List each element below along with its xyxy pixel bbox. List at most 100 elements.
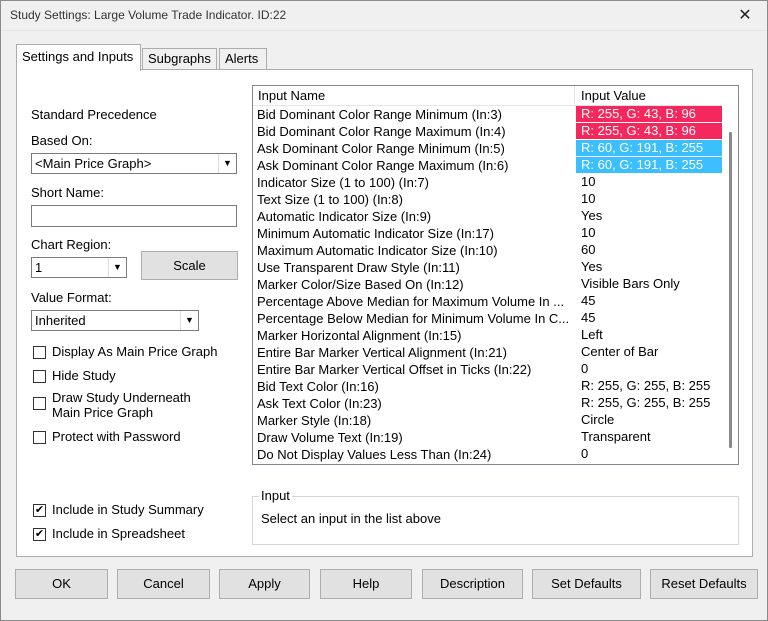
apply-button[interactable]: Apply bbox=[219, 569, 310, 599]
table-row[interactable]: Do Not Display Values Less Than (In:24) 0 bbox=[253, 446, 723, 463]
input-value-cell[interactable]: Center of Bar bbox=[576, 344, 722, 360]
table-row[interactable]: Ask Dominant Color Range Maximum (In:6) R… bbox=[253, 157, 723, 174]
protect-password-checkbox[interactable]: Protect with Password bbox=[33, 429, 181, 444]
table-row[interactable]: Bid Dominant Color Range Maximum (In:4) R… bbox=[253, 123, 723, 140]
tab-subgraphs[interactable]: Subgraphs bbox=[142, 48, 217, 70]
checkbox-box[interactable] bbox=[33, 397, 46, 410]
input-name-cell[interactable]: Bid Text Color (In:16) bbox=[257, 378, 573, 395]
checkmark-icon[interactable]: ✔ bbox=[33, 504, 46, 517]
help-button[interactable]: Help bbox=[320, 569, 412, 599]
chevron-down-icon[interactable]: ▼ bbox=[180, 311, 198, 330]
checkbox-box[interactable] bbox=[33, 346, 46, 359]
include-spreadsheet-checkbox[interactable]: ✔ Include in Spreadsheet bbox=[33, 526, 185, 541]
input-name-cell[interactable]: Entire Bar Marker Vertical Offset in Tic… bbox=[257, 361, 573, 378]
set-defaults-button[interactable]: Set Defaults bbox=[532, 569, 641, 599]
description-button[interactable]: Description bbox=[422, 569, 523, 599]
input-name-cell[interactable]: Percentage Above Median for Maximum Volu… bbox=[257, 293, 573, 310]
reset-defaults-button[interactable]: Reset Defaults bbox=[650, 569, 758, 599]
table-row[interactable]: Percentage Below Median for Minimum Volu… bbox=[253, 310, 723, 327]
table-row[interactable]: Marker Style (In:18) Circle bbox=[253, 412, 723, 429]
based-on-select[interactable]: <Main Price Graph> ▼ bbox=[31, 153, 237, 174]
input-value-cell[interactable]: 45 bbox=[576, 310, 722, 326]
input-name-cell[interactable]: Bid Dominant Color Range Maximum (In:4) bbox=[257, 123, 573, 140]
input-value-cell[interactable]: Transparent bbox=[576, 429, 722, 445]
table-row[interactable]: Minimum Automatic Indicator Size (In:17)… bbox=[253, 225, 723, 242]
input-value-cell[interactable]: 10 bbox=[576, 174, 722, 190]
tab-settings-and-inputs[interactable]: Settings and Inputs bbox=[16, 44, 141, 71]
column-header-input-value[interactable]: Input Value bbox=[576, 86, 723, 105]
table-row[interactable]: Bid Text Color (In:16) R: 255, G: 255, B:… bbox=[253, 378, 723, 395]
input-value-cell[interactable]: R: 60, G: 191, B: 255 bbox=[576, 157, 722, 173]
value-format-select[interactable]: Inherited ▼ bbox=[31, 310, 199, 331]
input-name-cell[interactable]: Text Size (1 to 100) (In:8) bbox=[257, 191, 573, 208]
input-value-cell[interactable]: R: 255, G: 43, B: 96 bbox=[576, 123, 722, 139]
vertical-scrollbar[interactable] bbox=[723, 86, 738, 464]
input-value-cell[interactable]: 45 bbox=[576, 293, 722, 309]
input-value-cell[interactable]: Visible Bars Only bbox=[576, 276, 722, 292]
input-value-cell[interactable]: R: 255, G: 255, B: 255 bbox=[576, 395, 722, 411]
table-row[interactable]: Marker Horizontal Alignment (In:15) Left bbox=[253, 327, 723, 344]
input-value-cell[interactable]: Yes bbox=[576, 259, 722, 275]
table-row[interactable]: Entire Bar Marker Vertical Offset in Tic… bbox=[253, 361, 723, 378]
table-row[interactable]: Use Transparent Draw Style (In:11) Yes bbox=[253, 259, 723, 276]
standard-precedence-label[interactable]: Standard Precedence bbox=[31, 107, 157, 122]
input-value-cell[interactable]: R: 255, G: 255, B: 255 bbox=[576, 378, 722, 394]
input-value-cell[interactable]: 0 bbox=[576, 361, 722, 377]
input-name-cell[interactable]: Marker Horizontal Alignment (In:15) bbox=[257, 327, 573, 344]
column-header-input-name[interactable]: Input Name bbox=[253, 86, 575, 105]
input-value-cell[interactable]: 10 bbox=[576, 191, 722, 207]
hide-study-checkbox[interactable]: Hide Study bbox=[33, 368, 116, 383]
table-row[interactable]: Maximum Automatic Indicator Size (In:10)… bbox=[253, 242, 723, 259]
input-value-cell[interactable]: Left bbox=[576, 327, 722, 343]
input-name-cell[interactable]: Automatic Indicator Size (In:9) bbox=[257, 208, 573, 225]
table-row[interactable]: Marker Color/Size Based On (In:12) Visibl… bbox=[253, 276, 723, 293]
table-row[interactable]: Ask Dominant Color Range Minimum (In:5) R… bbox=[253, 140, 723, 157]
chevron-down-icon[interactable]: ▼ bbox=[108, 258, 126, 277]
input-value-cell[interactable]: R: 255, G: 43, B: 96 bbox=[576, 106, 722, 122]
table-row[interactable]: Ask Text Color (In:23) R: 255, G: 255, B:… bbox=[253, 395, 723, 412]
table-row[interactable]: Text Size (1 to 100) (In:8) 10 bbox=[253, 191, 723, 208]
input-name-cell[interactable]: Draw Volume Text (In:19) bbox=[257, 429, 573, 446]
input-value-cell[interactable]: 10 bbox=[576, 225, 722, 241]
input-name-cell[interactable]: Minimum Automatic Indicator Size (In:17) bbox=[257, 225, 573, 242]
input-name-cell[interactable]: Use Transparent Draw Style (In:11) bbox=[257, 259, 573, 276]
table-row[interactable]: Automatic Indicator Size (In:9) Yes bbox=[253, 208, 723, 225]
input-name-cell[interactable]: Ask Dominant Color Range Minimum (In:5) bbox=[257, 140, 573, 157]
short-name-input[interactable] bbox=[31, 205, 237, 227]
checkbox-box[interactable] bbox=[33, 431, 46, 444]
checkbox-box[interactable] bbox=[33, 370, 46, 383]
input-value-cell[interactable]: R: 60, G: 191, B: 255 bbox=[576, 140, 722, 156]
scrollbar-thumb[interactable] bbox=[729, 132, 732, 448]
close-icon[interactable]: ✕ bbox=[722, 0, 768, 30]
input-name-cell[interactable]: Ask Text Color (In:23) bbox=[257, 395, 573, 412]
input-name-cell[interactable]: Bid Dominant Color Range Minimum (In:3) bbox=[257, 106, 573, 123]
table-row[interactable]: Draw Volume Text (In:19) Transparent bbox=[253, 429, 723, 446]
table-row[interactable]: Indicator Size (1 to 100) (In:7) 10 bbox=[253, 174, 723, 191]
input-name-cell[interactable]: Marker Style (In:18) bbox=[257, 412, 573, 429]
input-name-cell[interactable]: Ask Dominant Color Range Maximum (In:6) bbox=[257, 157, 573, 174]
table-row[interactable]: Bid Dominant Color Range Minimum (In:3) R… bbox=[253, 106, 723, 123]
input-name-cell[interactable]: Percentage Below Median for Minimum Volu… bbox=[257, 310, 573, 327]
ok-button[interactable]: OK bbox=[15, 569, 108, 599]
checkmark-icon[interactable]: ✔ bbox=[33, 528, 46, 541]
input-value-cell[interactable]: 60 bbox=[576, 242, 722, 258]
input-name-cell[interactable]: Maximum Automatic Indicator Size (In:10) bbox=[257, 242, 573, 259]
draw-underneath-checkbox[interactable]: Draw Study Underneath Main Price Graph bbox=[33, 390, 191, 420]
table-row[interactable]: Percentage Above Median for Maximum Volu… bbox=[253, 293, 723, 310]
input-value-cell[interactable]: Yes bbox=[576, 208, 722, 224]
table-row[interactable]: Entire Bar Marker Vertical Alignment (In… bbox=[253, 344, 723, 361]
chart-region-select[interactable]: 1 ▼ bbox=[31, 257, 127, 278]
input-name-cell[interactable]: Marker Color/Size Based On (In:12) bbox=[257, 276, 573, 293]
input-name-cell[interactable]: Do Not Display Values Less Than (In:24) bbox=[257, 446, 573, 463]
include-summary-checkbox[interactable]: ✔ Include in Study Summary bbox=[33, 502, 204, 517]
chevron-down-icon[interactable]: ▼ bbox=[218, 154, 236, 173]
scale-button[interactable]: Scale bbox=[141, 251, 238, 280]
inputs-list[interactable]: Input Name Input Value Bid Dominant Colo… bbox=[252, 85, 739, 465]
input-value-cell[interactable]: Circle bbox=[576, 412, 722, 428]
input-name-cell[interactable]: Entire Bar Marker Vertical Alignment (In… bbox=[257, 344, 573, 361]
input-value-cell[interactable]: 0 bbox=[576, 446, 722, 462]
display-as-main-checkbox[interactable]: Display As Main Price Graph bbox=[33, 344, 217, 359]
input-name-cell[interactable]: Indicator Size (1 to 100) (In:7) bbox=[257, 174, 573, 191]
cancel-button[interactable]: Cancel bbox=[117, 569, 210, 599]
tab-alerts[interactable]: Alerts bbox=[219, 48, 267, 70]
